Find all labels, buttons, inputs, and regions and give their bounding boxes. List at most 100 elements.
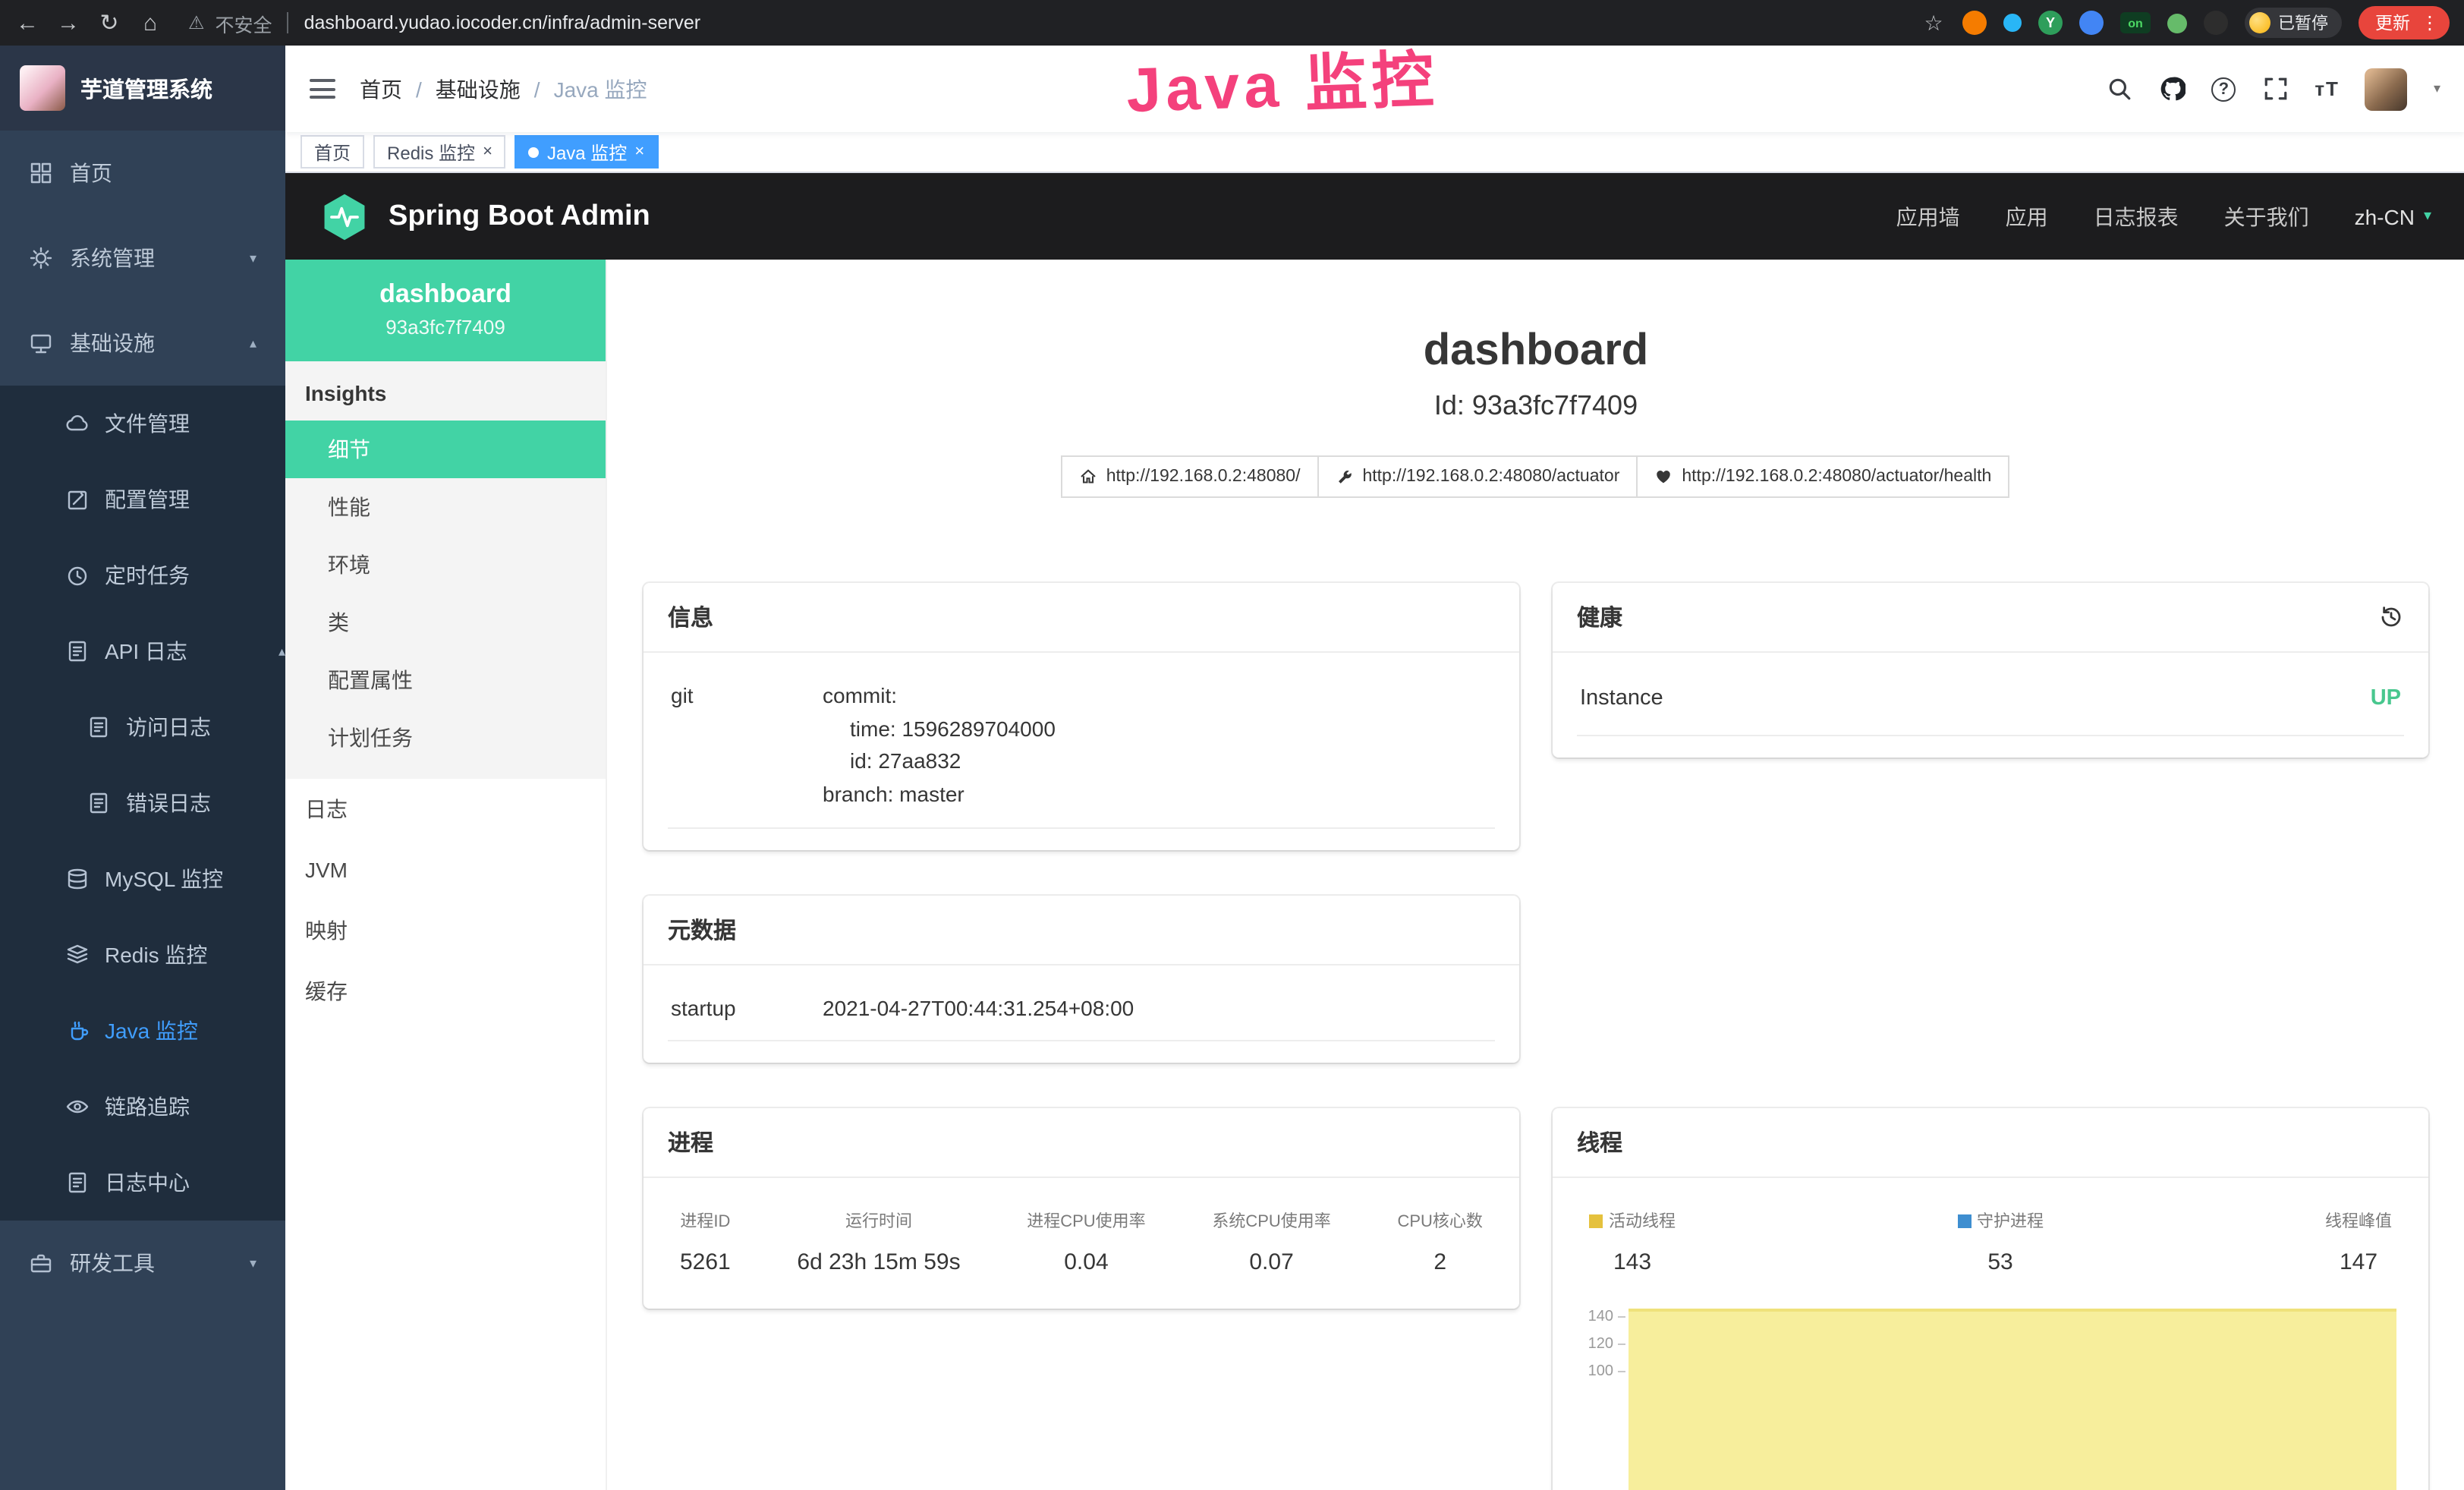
sidebar-item-infra[interactable]: 基础设施 ▴ [0,301,285,386]
extension-leaf-icon[interactable] [2167,13,2187,33]
extension-fox-icon[interactable] [1962,11,1987,35]
user-avatar[interactable] [2365,68,2408,110]
heart-icon [1654,468,1673,486]
tab-redis-monitor[interactable]: Redis 监控 × [373,135,506,169]
sidebar-item-dev-tools[interactable]: 研发工具 ▾ [0,1221,285,1306]
sidebar-item-label: 访问日志 [126,712,211,742]
sba-nav-applications[interactable]: 应用 [2006,201,2048,232]
history-icon[interactable] [2378,604,2404,630]
github-icon[interactable] [2158,75,2186,102]
stat-live-threads: 活动线程 143 [1589,1209,1676,1276]
sidebar-item-log-center[interactable]: 日志中心 [0,1145,285,1221]
java-cup-icon [65,1019,90,1043]
instance-links: http://192.168.0.2:48080/ http://192.168… [644,455,2428,498]
extension-green-y-icon[interactable]: Y [2038,11,2063,35]
update-button[interactable]: 更新 ⋮ [2359,6,2450,39]
home-icon[interactable]: ⌂ [138,10,162,36]
sba-nav-journal[interactable]: 日志报表 [2094,201,2179,232]
chevron-down-icon: ▾ [250,250,256,266]
address-bar[interactable]: ⚠ 不安全 dashboard.yudao.iocoder.cn/infra/a… [188,8,1905,37]
sidebar-item-access-log[interactable]: 访问日志 [0,689,285,765]
sba-nav-wallboard[interactable]: 应用墙 [1896,201,1960,232]
app-logo[interactable]: 芋道管理系统 [0,46,285,131]
health-row: Instance UP [1577,662,2404,736]
breadcrumb-infra[interactable]: 基础设施 [436,74,521,104]
threads-card: 线程 活动线程 143 守护进程 [1553,1109,2428,1490]
sba-nav-about[interactable]: 关于我们 [2224,201,2309,232]
bookmark-star-icon[interactable]: ☆ [1921,10,1946,36]
card-title: 进程 [668,1127,713,1159]
sba-item-scheduled-tasks[interactable]: 计划任务 [285,709,606,767]
sba-item-logs[interactable]: 日志 [285,779,606,840]
avatar-caret-icon[interactable]: ▾ [2434,80,2440,97]
sidebar-item-java-monitor[interactable]: Java 监控 [0,993,285,1069]
sba-item-config-props[interactable]: 配置属性 [285,651,606,709]
sba-item-caches[interactable]: 缓存 [285,961,606,1022]
sba-item-environment[interactable]: 环境 [285,536,606,594]
monitor-icon [29,331,53,355]
sba-item-classes[interactable]: 类 [285,594,606,651]
layers-icon [65,943,90,967]
threads-stats: 活动线程 143 守护进程 53 线程峰值 [1577,1188,2404,1288]
process-stats: 进程ID 5261 运行时间 6d 23h 15m 59s [668,1188,1495,1288]
actuator-url-link[interactable]: http://192.168.0.2:48080/actuator [1317,455,1638,498]
sba-header: Spring Boot Admin 应用墙 应用 日志报表 关于我们 zh-CN… [285,173,2464,260]
sidebar-item-mysql-monitor[interactable]: MySQL 监控 [0,841,285,917]
extension-dark-icon[interactable] [2204,11,2228,35]
stat-value: 2 [1397,1250,1482,1276]
tab-java-monitor[interactable]: Java 监控 × [515,135,658,169]
tab-home[interactable]: 首页 [301,135,364,169]
fullscreen-icon[interactable] [2261,75,2289,102]
font-size-icon[interactable]: тT [2315,75,2340,102]
sidebar-item-label: Java 监控 [105,1016,198,1046]
extension-switch-on-icon[interactable]: on [2120,12,2151,33]
extension-grid-icon[interactable] [2079,11,2104,35]
row-key: Instance [1580,686,1663,710]
sidebar-item-home[interactable]: 首页 [0,131,285,216]
stat-label: 系统CPU使用率 [1212,1209,1330,1233]
breadcrumb-separator: / [534,77,540,101]
search-icon[interactable] [2105,75,2132,102]
profile-paused-badge[interactable]: 已暂停 [2245,8,2342,38]
sidebar-item-config-manage[interactable]: 配置管理 [0,461,285,537]
stat-label: CPU核心数 [1397,1209,1482,1233]
stat-value: 143 [1589,1250,1676,1276]
tags-view: 首页 Redis 监控 × Java 监控 × [285,132,2464,173]
chevron-down-icon: ▾ [2424,208,2431,225]
stat-cpu-cores: CPU核心数 2 [1397,1209,1482,1276]
close-icon[interactable]: × [634,143,644,161]
stat-value: 6d 23h 15m 59s [797,1250,960,1276]
sidebar-item-tracing[interactable]: 链路追踪 [0,1069,285,1145]
sidebar-item-system[interactable]: 系统管理 ▾ [0,216,285,301]
sidebar-item-api-log[interactable]: API 日志 ▴ [0,613,285,689]
sba-item-mappings[interactable]: 映射 [285,900,606,961]
stat-value: 147 [2325,1250,2392,1276]
sba-item-metrics[interactable]: 性能 [285,478,606,536]
stat-daemon-threads: 守护进程 53 [1957,1209,2044,1276]
health-url-link[interactable]: http://192.168.0.2:48080/actuator/health [1636,455,2009,498]
sidebar-item-redis-monitor[interactable]: Redis 监控 [0,917,285,993]
locale-select[interactable]: zh-CN ▾ [2355,204,2431,228]
sba-item-jvm[interactable]: JVM [285,840,606,900]
header-actions: ? тT ▾ [2105,68,2440,110]
browser-menu-icon[interactable]: ⋮ [2421,12,2439,33]
forward-icon[interactable]: → [56,10,80,36]
sba-item-details[interactable]: 细节 [285,421,606,478]
close-icon[interactable]: × [483,143,492,161]
back-icon[interactable]: ← [15,10,39,36]
extension-drop-icon[interactable] [2003,14,2022,32]
paused-label: 已暂停 [2278,11,2328,35]
sidebar-item-file-manage[interactable]: 文件管理 [0,386,285,461]
service-url-link[interactable]: http://192.168.0.2:48080/ [1061,455,1319,498]
warning-icon: ⚠ [188,12,205,33]
breadcrumb-current: Java 监控 [554,74,647,104]
sidebar-item-label: 链路追踪 [105,1092,190,1122]
sidebar-item-scheduled-jobs[interactable]: 定时任务 [0,537,285,613]
sidebar-item-error-log[interactable]: 错误日志 [0,765,285,841]
reload-icon[interactable]: ↻ [97,9,121,36]
smiley-avatar-icon [2249,12,2270,33]
hamburger-icon[interactable] [310,79,335,99]
help-icon[interactable]: ? [2211,77,2236,101]
instance-block[interactable]: dashboard 93a3fc7f7409 [285,260,606,361]
breadcrumb-home[interactable]: 首页 [360,74,402,104]
